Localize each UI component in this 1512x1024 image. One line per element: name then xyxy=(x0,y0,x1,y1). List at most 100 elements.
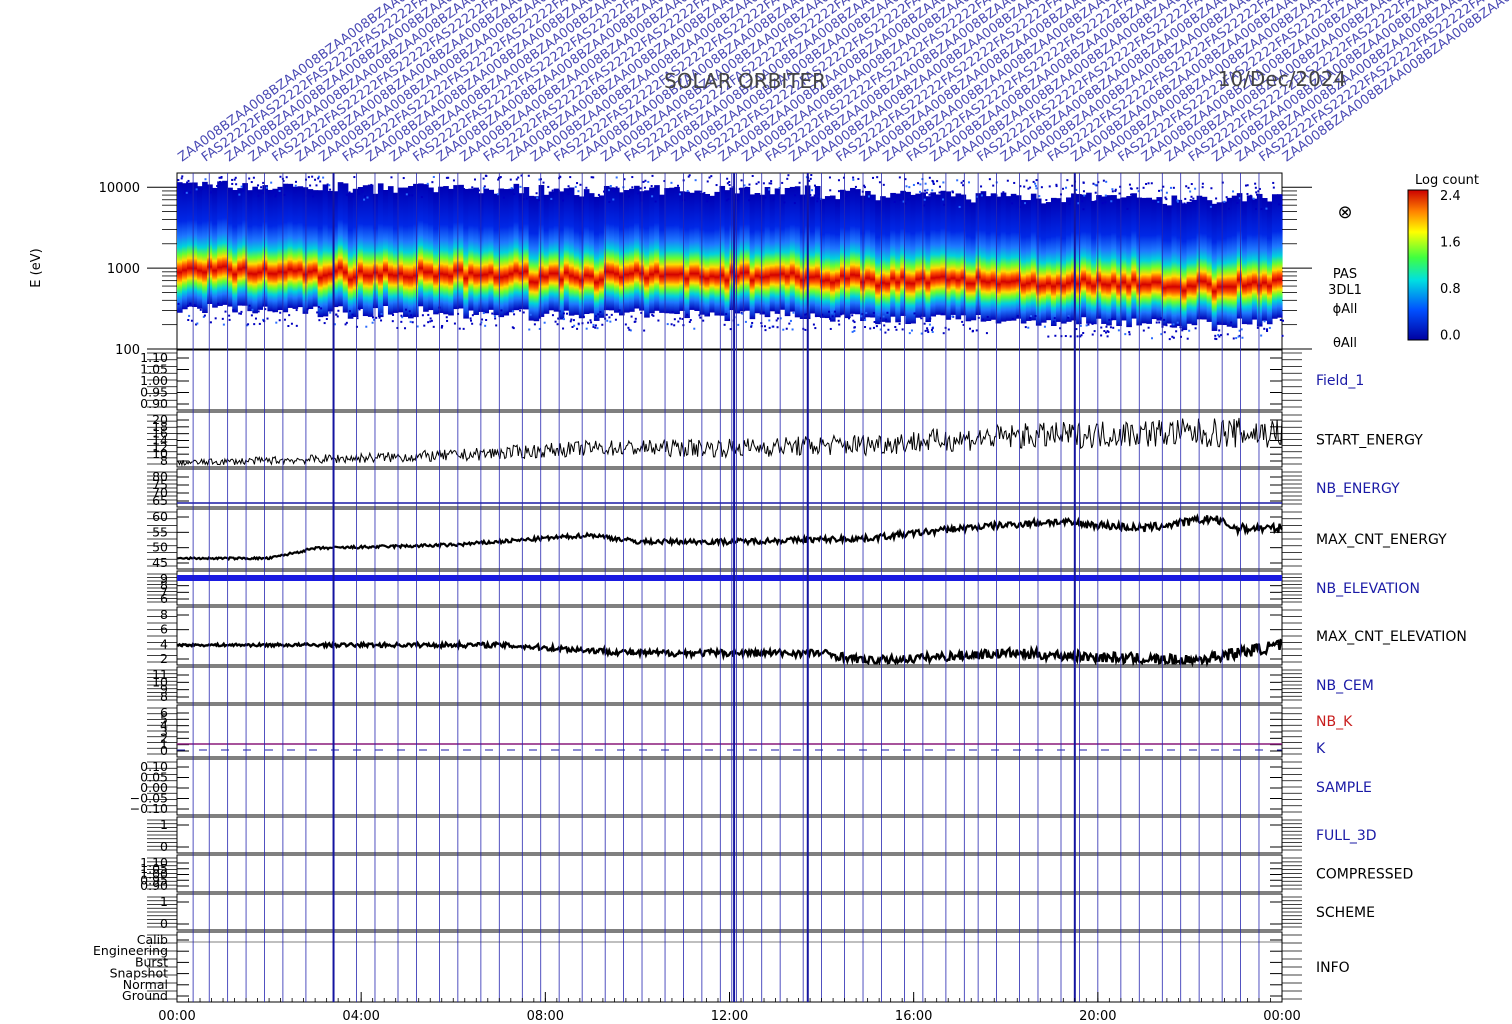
spectrogram-speckle xyxy=(536,196,539,199)
spectrogram-column xyxy=(634,185,640,309)
spectrogram-speckle xyxy=(380,319,383,322)
spectrogram-speckle xyxy=(562,318,565,321)
spectrogram-speckle xyxy=(670,323,673,326)
spectrogram-speckle xyxy=(462,327,465,330)
spectrogram-speckle xyxy=(254,317,257,320)
spectrogram-speckle xyxy=(798,181,801,184)
spectrogram-column xyxy=(367,184,374,317)
spectrogram-speckle xyxy=(728,183,731,186)
spectrogram-speckle xyxy=(853,321,856,324)
spectrogram-speckle xyxy=(1069,335,1072,338)
spectrogram-speckle xyxy=(220,176,223,179)
spectrogram-column xyxy=(1276,194,1283,318)
spectrogram-speckle xyxy=(1172,186,1175,189)
spectrogram-speckle xyxy=(852,176,855,179)
spectrogram-speckle xyxy=(278,189,281,192)
spectrogram-speckle xyxy=(250,181,253,184)
spectrogram-column xyxy=(1236,193,1243,319)
spectrogram-speckle xyxy=(1254,186,1257,189)
spectrogram-speckle xyxy=(877,313,880,316)
spectrogram-speckle xyxy=(257,194,260,197)
spectrogram-speckle xyxy=(975,329,978,332)
spectrogram-speckle xyxy=(829,327,832,330)
spectrogram-speckle xyxy=(590,321,593,324)
spectrogram-speckle xyxy=(250,314,253,317)
spectrogram-speckle xyxy=(654,200,657,203)
spectrogram-speckle xyxy=(608,200,611,203)
spectrogram-speckle xyxy=(203,314,206,317)
spectrogram-speckle xyxy=(1263,320,1266,323)
spectrogram-speckle xyxy=(865,311,868,314)
spectrogram-speckle xyxy=(928,193,931,196)
spectrogram-speckle xyxy=(1053,317,1056,320)
spectrogram-speckle xyxy=(1241,336,1244,339)
spectrogram-column xyxy=(659,194,665,313)
spectrogram-speckle xyxy=(899,193,902,196)
spectrogram-speckle xyxy=(323,322,326,325)
spectrogram-speckle xyxy=(816,197,819,200)
energy-spectrogram: 10000 1000 100 xyxy=(99,174,1312,358)
spectrogram-speckle xyxy=(969,204,972,207)
spectrogram-speckle xyxy=(748,183,751,186)
spectrogram-speckle xyxy=(1066,179,1069,182)
spectrogram-column xyxy=(769,194,776,312)
spectrogram-column xyxy=(1226,197,1233,327)
spectrogram-speckle xyxy=(567,185,570,188)
spectrogram-speckle xyxy=(781,181,784,184)
spectrogram-column xyxy=(1020,199,1027,324)
spectrogram-speckle xyxy=(494,317,497,320)
spectrogram-speckle xyxy=(1216,322,1219,325)
spectrogram-column xyxy=(1086,192,1092,324)
spectrogram-speckle xyxy=(837,179,840,182)
spectrogram-speckle xyxy=(482,187,485,190)
panel-label: NB_CEM xyxy=(1316,678,1374,694)
spectrogram-speckle xyxy=(509,178,512,181)
spectrogram-column xyxy=(287,183,294,308)
spectrogram-speckle xyxy=(199,308,202,311)
spectrogram-speckle xyxy=(1232,337,1235,340)
spectrogram-column xyxy=(1045,202,1052,321)
spectrogram-speckle xyxy=(597,313,600,316)
spectrogram-speckle xyxy=(1082,331,1085,334)
spectrogram-speckle xyxy=(432,325,435,328)
spectrogram-speckle xyxy=(295,324,298,327)
panel-tick-label: 65 xyxy=(152,493,168,508)
spectrogram-column xyxy=(327,190,334,312)
spectrogram-column xyxy=(558,191,565,320)
spectrogram-speckle xyxy=(345,193,348,196)
spectrogram-speckle xyxy=(1163,331,1166,334)
spectrogram-speckle xyxy=(1181,329,1184,332)
spectrogram-column xyxy=(588,193,595,314)
spectrogram-speckle xyxy=(829,189,832,192)
spectrogram-column xyxy=(669,187,675,314)
spectrogram-speckle xyxy=(809,194,812,197)
spectrogram-speckle xyxy=(239,312,242,315)
spectrogram-column xyxy=(709,195,716,313)
spectrogram-speckle xyxy=(1024,326,1027,329)
spectrogram-speckle xyxy=(707,313,710,316)
spectrogram-speckle xyxy=(1105,180,1108,183)
spectrogram-speckle xyxy=(1006,179,1009,182)
spectrogram-column xyxy=(1061,202,1067,324)
spectrogram-column xyxy=(202,181,208,314)
spectrogram-column xyxy=(1176,199,1183,326)
spectrogram-speckle xyxy=(275,321,278,324)
spectrogram-column xyxy=(885,197,891,323)
spectrogram-speckle xyxy=(1130,193,1133,196)
spectrogram-speckle xyxy=(923,198,926,201)
spectrogram-column xyxy=(960,194,967,316)
time-tick-label: 00:00 xyxy=(1263,1009,1300,1020)
spectrogram-speckle xyxy=(725,313,728,316)
panel-label: FULL_3D xyxy=(1316,828,1377,844)
spectrogram-column xyxy=(759,194,766,315)
spectrogram-speckle xyxy=(925,191,928,194)
spectrogram-speckle xyxy=(351,313,354,316)
spectrogram-column xyxy=(1171,195,1178,328)
spectrogram-speckle xyxy=(1255,207,1258,210)
spectrogram-speckle xyxy=(931,189,934,192)
spectrogram-speckle xyxy=(1100,326,1103,329)
spectrogram-speckle xyxy=(1169,325,1172,328)
panel-tick-label: −0.10 xyxy=(130,801,168,816)
spectrogram-speckle xyxy=(932,182,935,185)
spectrogram-speckle xyxy=(481,318,484,321)
